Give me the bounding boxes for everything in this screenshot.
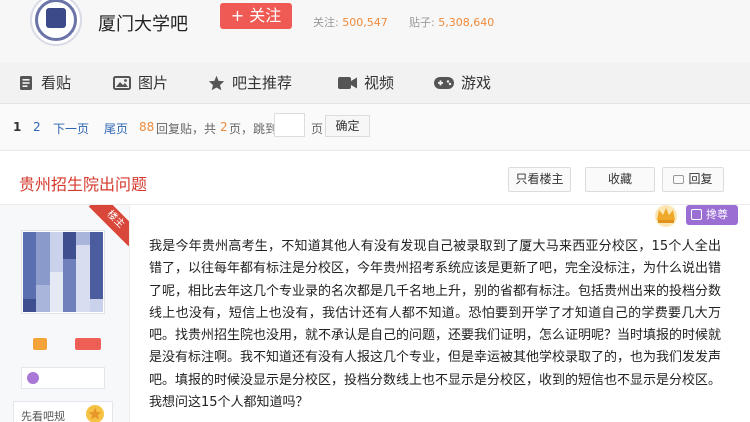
image-icon [113,75,131,90]
document-icon [20,75,32,90]
medal-icon [86,405,104,422]
user-badge [33,338,47,350]
avatar-pixel [89,285,103,299]
avatar-pixel [76,271,90,286]
page-total: 2 [220,120,228,134]
avatar-pixel [62,258,77,272]
avatar-pixel [49,271,63,286]
avatar-pixel [36,285,50,299]
avatar-pixel [23,285,37,299]
zhan-button[interactable]: 搀尊 [686,205,738,225]
only-op-button[interactable]: 只看楼主 [508,167,571,192]
avatar-pixel [23,298,37,312]
avatar-pixel [62,232,77,246]
next-page-link[interactable]: 下一页 [53,120,89,137]
posts-stat-label: 贴子: [409,16,435,29]
zhan-icon [691,209,702,220]
tab-videos[interactable]: 视频 [338,72,394,93]
avatar-pixel [76,258,90,272]
avatar-pixel [36,271,50,286]
gamepad-icon [434,76,454,89]
avatar-pixel [89,298,103,312]
forum-name[interactable]: 厦门大学吧 [98,10,188,36]
tab-recommended[interactable]: 吧主推荐 [208,72,292,93]
avatar-pixel [49,285,63,299]
favorite-button[interactable]: 收藏 [585,167,655,192]
author-column: 楼主 先看吧规 [0,205,130,422]
follow-count: 500,547 [342,16,388,29]
avatar-pixel [62,271,77,286]
tab-games-label: 游戏 [461,74,492,92]
tab-posts-label: 看贴 [41,74,72,92]
avatar-pixel [89,232,103,246]
avatar-pixel [49,232,63,246]
confirm-button[interactable]: 确定 [325,115,370,137]
forum-logo[interactable] [30,0,82,46]
avatar-pixel [76,232,90,246]
forum-rules-box[interactable]: 先看吧规 [13,401,113,422]
page-current: 1 [13,120,22,134]
tab-images[interactable]: 图片 [113,72,168,93]
avatar-pixel [36,245,50,259]
page-jump-input[interactable] [274,113,305,137]
avatar-pixel [36,232,50,246]
avatar-pixel [62,298,77,312]
reply-button-label: 回复 [688,172,713,186]
page-jump-label: 页，跳到 [229,122,278,136]
avatar[interactable] [21,230,105,314]
member-icon [27,372,39,384]
reply-button[interactable]: 回复 [662,167,724,192]
thread-title-bar: 贵州招生院出问题 只看楼主 收藏 回复 [0,150,750,205]
forum-rules-text: 先看吧规 [21,410,65,422]
avatar-pixel [36,258,50,272]
avatar-pixel [23,245,37,259]
tab-images-label: 图片 [138,74,169,92]
tab-videos-label: 视频 [364,74,395,92]
reply-count: 88 [139,120,155,134]
post: 楼主 先看吧规 搀尊 我是今年贵州高考生，不知道其他人有没有发现自己被录取到了厦… [0,205,750,422]
post-content: 我是今年贵州高考生，不知道其他人有没有发现自己被录取到了厦大马来西亚分校区，15… [149,239,722,411]
reply-count-label: 回复贴，共 [156,122,217,136]
page-2-link[interactable]: 2 [33,120,41,134]
posts-count: 5,308,640 [438,16,495,29]
posts-stat: 贴子: 5,308,640 [409,14,494,30]
avatar-pixel [62,245,77,259]
zhan-label: 搀尊 [706,208,728,221]
level-badge [75,338,101,350]
follow-stat-label: 关注: [313,16,339,29]
star-icon [208,75,225,90]
video-icon [338,76,357,89]
member-box [21,367,105,389]
avatar-mosaic [23,232,103,312]
avatar-pixel [76,285,90,299]
avatar-pixel [62,285,77,299]
page-suffix: 页 [311,122,324,136]
avatar-pixel [36,298,50,312]
avatar-pixel [76,245,90,259]
thread-title: 贵州招生院出问题 [19,175,148,194]
avatar-pixel [23,271,37,286]
crown-icon [655,205,677,227]
follow-stat: 关注: 500,547 [313,14,388,30]
tab-posts[interactable]: 看贴 [18,72,71,93]
tab-games[interactable]: 游戏 [434,72,491,93]
reply-icon [673,175,685,184]
tab-recommended-label: 吧主推荐 [232,74,293,92]
logo-emblem [46,8,66,28]
avatar-pixel [89,245,103,259]
avatar-pixel [49,245,63,259]
pager: 1 2 下一页 尾页 88 回复贴，共 2 页，跳到 页 [0,104,750,150]
avatar-pixel [49,298,63,312]
forum-nav: 看贴 图片 吧主推荐 视频 游戏 [0,62,750,104]
follow-button[interactable]: + 关注 [220,3,292,29]
last-page-link[interactable]: 尾页 [104,120,128,137]
avatar-pixel [76,298,90,312]
avatar-pixel [23,232,37,246]
avatar-pixel [89,271,103,286]
avatar-pixel [89,258,103,272]
avatar-pixel [49,258,63,272]
forum-header: 厦门大学吧 + 关注 关注: 500,547 贴子: 5,308,640 [0,0,750,62]
avatar-pixel [23,258,37,272]
